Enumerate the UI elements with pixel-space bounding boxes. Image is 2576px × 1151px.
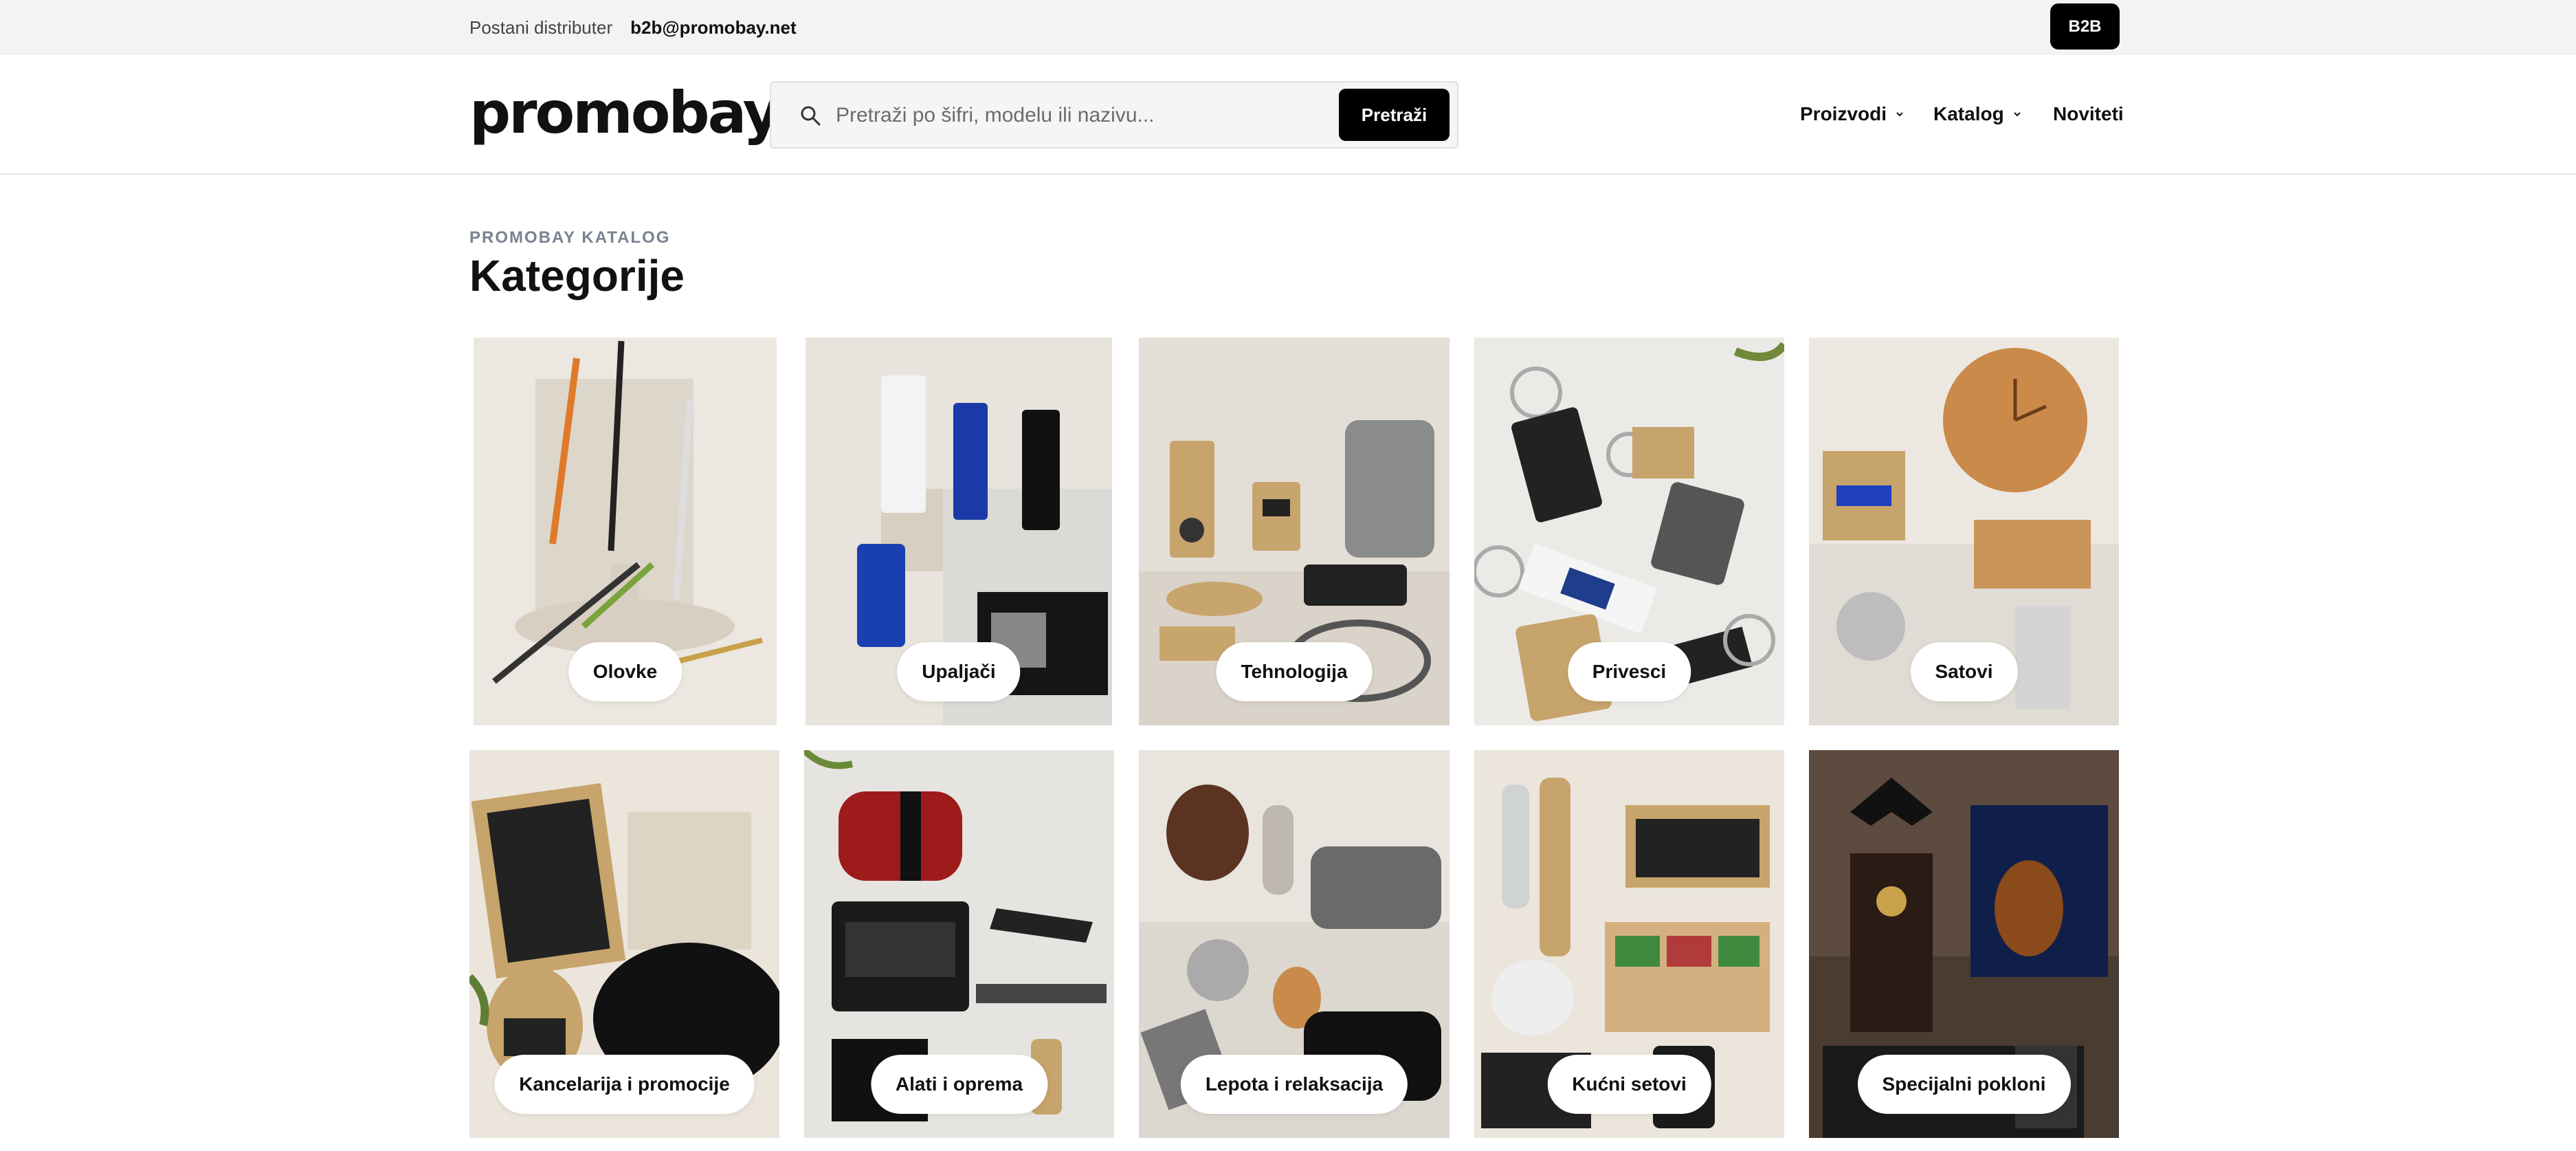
nav-label: Noviteti bbox=[2053, 103, 2124, 124]
chevron-down-icon bbox=[2013, 112, 2021, 117]
nav-label: Proizvodi bbox=[1800, 103, 1887, 124]
category-tile-upaljaci[interactable]: Upaljači bbox=[806, 338, 1112, 725]
category-tile-satovi[interactable]: Satovi bbox=[1809, 338, 2119, 725]
category-label: Upaljači bbox=[897, 642, 1021, 701]
category-tile-olovke[interactable]: Olovke bbox=[474, 338, 777, 725]
search-bar: Pretraži bbox=[770, 81, 1458, 149]
chevron-down-icon bbox=[1896, 112, 1903, 117]
distributor-link[interactable]: Postani distributer bbox=[469, 17, 612, 39]
top-bar: Postani distributer b2b@promobay.net B2B bbox=[0, 0, 2576, 55]
b2b-button[interactable]: B2B bbox=[2050, 3, 2120, 50]
top-bar-left: Postani distributer b2b@promobay.net bbox=[469, 0, 797, 55]
search-button[interactable]: Pretraži bbox=[1339, 89, 1450, 141]
category-label: Privesci bbox=[1567, 642, 1691, 701]
category-label: Lepota i relaksacija bbox=[1180, 1055, 1408, 1114]
site-header: promobay Pretraži Proizvodi Katalog Novi… bbox=[0, 55, 2576, 175]
category-tile-kucni-setovi[interactable]: Kućni setovi bbox=[1474, 750, 1784, 1138]
category-label: Satovi bbox=[1910, 642, 2018, 701]
category-label: Olovke bbox=[568, 642, 682, 701]
search-icon bbox=[801, 106, 821, 126]
nav-item-katalog[interactable]: Katalog bbox=[1933, 55, 2022, 173]
category-tile-specijalni-pokloni[interactable]: Specijalni pokloni bbox=[1809, 750, 2119, 1138]
category-tile-privesci[interactable]: Privesci bbox=[1474, 338, 1784, 725]
nav-item-noviteti[interactable]: Noviteti bbox=[2053, 55, 2124, 173]
email-link[interactable]: b2b@promobay.net bbox=[630, 17, 797, 39]
page-title: Kategorije bbox=[469, 251, 685, 300]
category-label: Tehnologija bbox=[1216, 642, 1373, 701]
search-input[interactable] bbox=[834, 83, 1401, 149]
category-tile-kancelarija[interactable]: Kancelarija i promocije bbox=[469, 750, 779, 1138]
section-eyebrow: PROMOBAY KATALOG bbox=[469, 228, 671, 247]
category-tile-tehnologija[interactable]: Tehnologija bbox=[1139, 338, 1450, 725]
category-label: Kancelarija i promocije bbox=[494, 1055, 755, 1114]
category-tile-lepota[interactable]: Lepota i relaksacija bbox=[1139, 750, 1450, 1138]
category-label: Alati i oprema bbox=[870, 1055, 1048, 1114]
nav-label: Katalog bbox=[1933, 103, 2004, 124]
nav-item-proizvodi[interactable]: Proizvodi bbox=[1800, 55, 1905, 173]
category-label: Kućni setovi bbox=[1547, 1055, 1711, 1114]
logo[interactable]: promobay bbox=[469, 80, 780, 146]
category-tile-alati[interactable]: Alati i oprema bbox=[804, 750, 1114, 1138]
category-label: Specijalni pokloni bbox=[1857, 1055, 2071, 1114]
